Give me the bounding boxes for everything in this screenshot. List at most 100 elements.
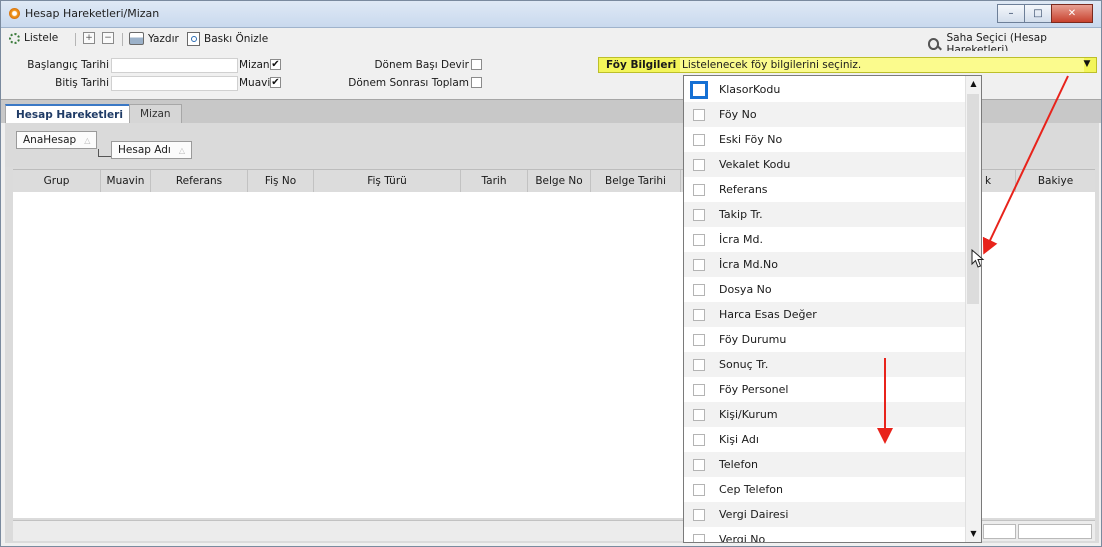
checkbox[interactable]: [693, 133, 705, 146]
list-item[interactable]: Takip Tr.: [684, 202, 967, 227]
list-item[interactable]: Föy Personel: [684, 377, 967, 402]
dropdown-scrollbar[interactable]: ▲ ▼: [965, 76, 981, 542]
minus-icon: −: [102, 32, 114, 44]
expand-all-button[interactable]: +: [83, 32, 95, 44]
muavin-checkbox[interactable]: ✔: [270, 77, 281, 88]
checkbox[interactable]: [693, 508, 705, 521]
toolbar: Listele + − Yazdır Baskı Önizle Saha Seç…: [1, 28, 1101, 56]
title-bar[interactable]: Hesap Hareketleri/Mizan – □ ✕: [1, 1, 1101, 28]
window-controls: – □ ✕: [997, 4, 1093, 23]
print-preview-label: Baskı Önizle: [204, 33, 269, 45]
column-header[interactable]: Tarih: [461, 170, 528, 192]
list-item[interactable]: Vergi No: [684, 527, 967, 542]
column-header[interactable]: Bakiye: [1016, 170, 1095, 192]
column-header[interactable]: Grup: [13, 170, 101, 192]
column-header[interactable]: Muavin: [101, 170, 151, 192]
list-item-label: Sonuç Tr.: [719, 358, 769, 371]
list-item[interactable]: Telefon: [684, 452, 967, 477]
scroll-down-icon[interactable]: ▼: [966, 526, 981, 542]
column-header[interactable]: Referans: [151, 170, 248, 192]
column-header[interactable]: Belge No: [528, 170, 591, 192]
checkbox[interactable]: [693, 358, 705, 371]
group-chip-anahesap[interactable]: AnaHesap △: [16, 131, 98, 149]
checkbox[interactable]: [693, 458, 705, 471]
checkbox[interactable]: [693, 308, 705, 321]
scroll-up-icon[interactable]: ▲: [966, 76, 981, 92]
list-item[interactable]: Föy No: [684, 102, 967, 127]
mizan-checkbox[interactable]: ✔: [270, 59, 281, 70]
column-header[interactable]: k: [983, 170, 1016, 192]
list-item[interactable]: Kişi Adı: [684, 427, 967, 452]
printer-icon: [129, 32, 144, 45]
list-item-label: İcra Md.: [719, 233, 764, 246]
tab-hesap-hareketleri[interactable]: Hesap Hareketleri: [5, 104, 134, 125]
list-item[interactable]: İcra Md.: [684, 227, 967, 252]
foy-info-select[interactable]: Listelenecek föy bilgilerini seçiniz.: [680, 58, 1084, 72]
checkbox[interactable]: [693, 258, 705, 271]
checkbox[interactable]: [693, 333, 705, 346]
chevron-down-icon[interactable]: ▼: [1081, 59, 1093, 71]
scrollbar-thumb[interactable]: [967, 94, 979, 304]
end-date-label: Bitiş Tarihi: [55, 77, 109, 89]
list-item[interactable]: İcra Md.No: [684, 252, 967, 277]
list-button[interactable]: Listele: [9, 32, 58, 44]
list-item[interactable]: Dosya No: [684, 277, 967, 302]
checkbox[interactable]: [693, 433, 705, 446]
list-item[interactable]: Cep Telefon: [684, 477, 967, 502]
list-item[interactable]: Föy Durumu: [684, 327, 967, 352]
checkbox[interactable]: [693, 233, 705, 246]
list-item[interactable]: KlasorKodu: [684, 77, 967, 102]
print-preview-button[interactable]: Baskı Önizle: [187, 32, 268, 46]
list-item-label: Dosya No: [719, 283, 772, 296]
checkbox[interactable]: [693, 408, 705, 421]
minimize-button[interactable]: –: [997, 4, 1025, 23]
muavin-label: Muavin: [239, 77, 277, 89]
sort-icon: △: [84, 136, 91, 145]
sort-icon: △: [178, 146, 185, 155]
checkbox[interactable]: [690, 80, 708, 99]
list-item-label: Kişi/Kurum: [719, 408, 778, 421]
maximize-button[interactable]: □: [1024, 4, 1052, 23]
close-button[interactable]: ✕: [1051, 4, 1093, 23]
checkbox[interactable]: [693, 283, 705, 296]
column-header[interactable]: Fiş No: [248, 170, 314, 192]
column-header[interactable]: Fiş Türü: [314, 170, 461, 192]
group-connector: [98, 149, 111, 157]
checkbox[interactable]: [693, 483, 705, 496]
collapse-all-button[interactable]: −: [102, 32, 114, 44]
checkbox[interactable]: [693, 383, 705, 396]
end-date-input[interactable]: [111, 76, 238, 91]
list-item-label: Föy Personel: [719, 383, 789, 396]
checkbox[interactable]: [693, 208, 705, 221]
footer-cell: [1018, 524, 1092, 539]
list-item[interactable]: Referans: [684, 177, 967, 202]
print-button[interactable]: Yazdır: [129, 32, 179, 45]
closing-total-checkbox[interactable]: [471, 77, 482, 88]
list-item[interactable]: Sonuç Tr.: [684, 352, 967, 377]
list-item-label: Referans: [719, 183, 768, 196]
list-item[interactable]: Harca Esas Değer: [684, 302, 967, 327]
foy-info-label: Föy Bilgileri: [606, 59, 677, 71]
closing-total-label: Dönem Sonrası Toplam: [348, 77, 469, 89]
opening-balance-checkbox[interactable]: [471, 59, 482, 70]
foy-info-dropdown[interactable]: KlasorKodu Föy No Eski Föy No Vekalet Ko…: [683, 75, 982, 543]
list-item-label: Takip Tr.: [719, 208, 763, 221]
group-chip-hesap-adi[interactable]: Hesap Adı △: [111, 141, 192, 159]
toolbar-separator: [122, 33, 123, 46]
checkbox[interactable]: [693, 158, 705, 171]
list-item[interactable]: Kişi/Kurum: [684, 402, 967, 427]
start-date-input[interactable]: [111, 58, 238, 73]
print-button-label: Yazdır: [148, 32, 179, 45]
list-item[interactable]: Vekalet Kodu: [684, 152, 967, 177]
list-item-label: Kişi Adı: [719, 433, 759, 446]
checkbox[interactable]: [693, 183, 705, 196]
group-chip-label: AnaHesap: [23, 134, 77, 146]
tab-mizan[interactable]: Mizan: [129, 104, 182, 124]
column-header[interactable]: Belge Tarihi: [591, 170, 681, 192]
mouse-cursor-icon: [971, 249, 985, 268]
search-icon: [928, 38, 940, 50]
list-item[interactable]: Vergi Dairesi: [684, 502, 967, 527]
list-item[interactable]: Eski Föy No: [684, 127, 967, 152]
checkbox[interactable]: [693, 533, 705, 542]
checkbox[interactable]: [693, 108, 705, 121]
